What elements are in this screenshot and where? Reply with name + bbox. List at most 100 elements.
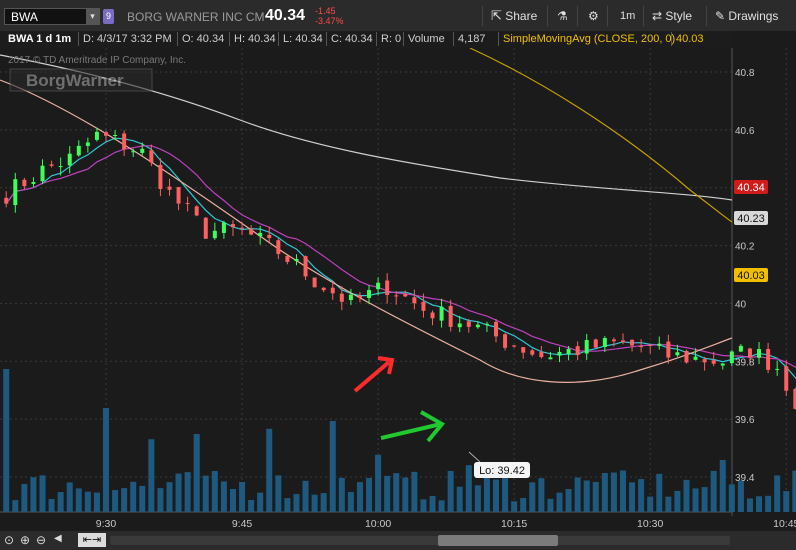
price-chart[interactable]: 40.840.640.440.24039.839.639.4 9:159:309… [0,0,796,550]
candle-body [348,294,353,301]
pan-left-icon[interactable]: ◀ [54,533,62,544]
y-tick-label: 39.4 [735,473,755,484]
candle-body [403,293,408,297]
candle-body [113,135,118,137]
candle-body [675,352,680,356]
candle-body [367,290,372,298]
volume-bar [447,470,454,512]
info-bar: BWA 1 d 1m D: 4/3/17 3:32 PM O: 40.34 H:… [0,31,733,48]
candle-body [357,295,362,298]
top-toolbar: BWA ▾ 9 BORG WARNER INC CM 40.34 -1.45 -… [0,0,796,32]
volume-bar [166,482,173,512]
volume-bar [783,491,790,512]
volume-bar [647,496,654,512]
candle-body [230,224,235,228]
timeframe-button[interactable]: 1m [620,6,635,26]
volume-bar [193,434,200,512]
study-value: 40.03 [676,33,704,45]
time-scrollbar-thumb[interactable] [438,535,558,546]
time-scrollbar-track[interactable] [110,536,730,545]
volume-bar [710,470,717,512]
volume-bar [121,488,128,512]
volume-bar [493,479,500,512]
volume-bar [239,481,246,512]
volume-bar [565,488,572,512]
candle-body [158,164,163,190]
candle-body [104,132,108,136]
share-label: Share [505,9,538,23]
volume-bar [21,483,28,512]
volume-bar [393,473,400,512]
candle-body [766,348,771,370]
volume-bar [12,500,19,512]
volume-bar [502,476,509,512]
pencil-icon: ✎ [715,9,726,23]
candle-body [376,282,381,290]
toolbar-divider [607,6,608,26]
candle-body [131,151,136,153]
toolbar-divider [577,6,578,26]
volume-bar [320,493,327,512]
y-tick-label: 39.6 [735,415,755,426]
company-logo: BorgWarner [9,68,153,92]
volume-bar [48,498,55,512]
y-tick-label: 40 [735,299,747,310]
toolbar-divider [643,6,644,26]
zoom-out-icon[interactable]: ⊖ [36,533,46,547]
volume-bar [257,492,264,512]
symbol-dropdown-icon[interactable]: ▾ [86,9,99,24]
zoom-in-icon[interactable]: ⊕ [20,533,30,547]
volume-bar [30,477,37,512]
volume-bar [293,494,300,512]
volume-bar [75,488,82,512]
candle-body [67,153,72,166]
drawings-button[interactable]: ✎ Drawings [715,6,778,26]
fit-to-screen-icon[interactable]: ⇤⇥ [78,533,106,547]
candle-body [430,312,435,319]
style-button[interactable]: ⇄ Style [652,6,692,26]
y-tick-label: 39.8 [735,357,755,368]
toolbar-divider [706,6,707,26]
candle-body [294,258,299,262]
candle-body [276,240,281,254]
drawings-label: Drawings [728,9,779,23]
change-percent: -3.47% [315,16,344,26]
candle-body [548,357,553,360]
symbol-link-badge[interactable]: 9 [103,9,114,24]
study-name[interactable]: SimpleMovingAvg (CLOSE, 200, 0) [499,32,675,46]
style-label: Style [665,9,693,23]
share-button[interactable]: ⇱ Share [491,6,537,26]
volume-bar [765,495,772,512]
candle-body [711,360,716,364]
flask-icon[interactable]: ⚗ [557,6,568,26]
candle-body [240,227,245,229]
candle-body [194,206,199,216]
volume-bar [629,482,636,512]
style-icon: ⇄ [652,9,663,23]
volume-bar [429,495,436,512]
volume-bar [329,421,336,512]
volume-bar [665,496,672,512]
candle-body [385,280,390,296]
candle-body [512,345,517,347]
volume-bar [746,498,753,512]
candle-body [49,164,54,166]
zoom-reset-icon[interactable]: ⊙ [4,533,14,547]
volume-bar [601,473,608,512]
volume-bar [229,488,236,512]
change-value: -1.45 [315,6,336,16]
candle-body [421,301,426,311]
candle-body [557,351,562,356]
symbol-text: BWA [11,10,38,24]
y-tick-label: 40.2 [735,242,755,253]
gear-icon[interactable]: ⚙ [588,6,599,26]
candle-body [339,293,344,302]
svg-text:40.03: 40.03 [737,270,765,282]
volume-bar [619,470,626,512]
candle-body [639,346,644,348]
price-marker-other: 40.23 [734,211,768,225]
candle-body [267,234,272,239]
x-tick-label: 10:15 [501,518,527,530]
candle-body [757,349,762,358]
volume-bar [683,479,690,512]
